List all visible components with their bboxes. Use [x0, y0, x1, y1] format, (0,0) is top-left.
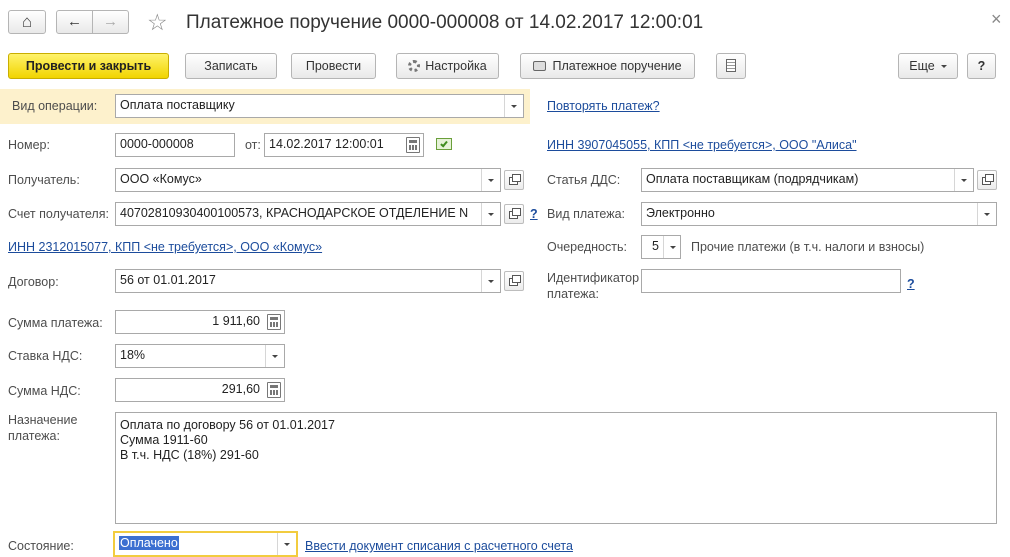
contract-label: Договор: [8, 275, 59, 289]
help-button[interactable]: ? [967, 53, 996, 79]
dds-article-value: Оплата поставщикам (подрядчикам) [646, 172, 859, 186]
forward-button[interactable]: → [92, 10, 129, 34]
gear-icon [408, 60, 421, 72]
page-title: Платежное поручение 0000-000008 от 14.02… [186, 12, 704, 33]
dropdown-arrow-icon[interactable] [663, 236, 680, 258]
purpose-textarea[interactable]: Оплата по договору 56 от 01.01.2017 Сумм… [115, 412, 997, 524]
post-button[interactable]: Провести [291, 53, 376, 79]
payment-id-help-link[interactable]: ? [907, 277, 915, 291]
vat-rate-label: Ставка НДС: [8, 349, 83, 363]
recipient-account-help-link[interactable]: ? [530, 207, 538, 221]
recipient-inn-link[interactable]: ИНН 2312015077, КПП <не требуется>, ООО … [8, 240, 322, 254]
payment-kind-select[interactable]: Электронно [641, 202, 997, 226]
number-input[interactable]: 0000-000008 [115, 133, 235, 157]
printer-icon [533, 61, 547, 71]
dds-article-label: Статья ДДС: [547, 173, 621, 187]
report-button[interactable] [716, 53, 746, 79]
purpose-label-line1: Назначение [8, 413, 78, 427]
print-payment-order-label: Платежное поручение [552, 59, 682, 73]
save-button[interactable]: Записать [185, 53, 277, 79]
calendar-icon[interactable] [406, 137, 420, 153]
more-menu-label: Еще [909, 59, 935, 73]
recipient-account-label: Счет получателя: [8, 207, 109, 221]
back-button[interactable]: ← [56, 10, 93, 34]
operation-type-select[interactable]: Оплата поставщику [115, 94, 524, 118]
payer-inn-link[interactable]: ИНН 3907045055, КПП <не требуется>, ООО … [547, 138, 857, 152]
dropdown-arrow-icon[interactable] [481, 203, 500, 225]
date-input[interactable]: 14.02.2017 12:00:01 [264, 133, 424, 157]
status-value: Оплачено [119, 536, 179, 550]
settings-button[interactable]: Настройка [396, 53, 499, 79]
priority-select[interactable]: 5 [641, 235, 681, 259]
vat-rate-select[interactable]: 18% [115, 344, 285, 368]
document-icon [726, 59, 736, 72]
priority-description: Прочие платежи (в т.ч. налоги и взносы) [691, 240, 925, 254]
payment-sum-input[interactable]: 1 911,60 [115, 310, 285, 334]
payment-kind-label: Вид платежа: [547, 207, 626, 221]
arrow-left-icon: ← [67, 13, 82, 30]
more-menu-button[interactable]: Еще [898, 53, 958, 79]
payment-id-label-line1: Идентификатор [547, 271, 640, 285]
purpose-line: В т.ч. НДС (18%) 291-60 [120, 448, 259, 462]
close-icon[interactable]: × [991, 9, 1002, 30]
operation-type-value: Оплата поставщику [120, 98, 235, 112]
recipient-label: Получатель: [8, 173, 80, 187]
open-contract-button[interactable] [504, 271, 524, 291]
repeat-payment-link[interactable]: Повторять платеж? [547, 99, 660, 113]
calculator-icon[interactable] [267, 382, 281, 398]
contract-value: 56 от 01.01.2017 [120, 273, 216, 287]
dropdown-arrow-icon[interactable] [977, 203, 996, 225]
recipient-account-value: 40702810930400100573, КРАСНОДАРСКОЕ ОТДЕ… [120, 206, 469, 220]
purpose-line: Сумма 1911-60 [120, 433, 208, 447]
home-button[interactable]: ⌂ [8, 10, 46, 34]
posted-status-icon [436, 138, 452, 150]
dropdown-arrow-icon[interactable] [277, 533, 296, 555]
priority-label: Очередность: [547, 240, 627, 254]
dds-article-select[interactable]: Оплата поставщикам (подрядчикам) [641, 168, 974, 192]
purpose-line: Оплата по договору 56 от 01.01.2017 [120, 418, 335, 432]
payment-id-label-line2: платежа: [547, 287, 599, 301]
payment-id-input[interactable] [641, 269, 901, 293]
vat-sum-value: 291,60 [221, 382, 260, 396]
recipient-value: ООО «Комус» [120, 172, 202, 186]
recipient-account-select[interactable]: 40702810930400100573, КРАСНОДАРСКОЕ ОТДЕ… [115, 202, 501, 226]
calculator-icon[interactable] [267, 314, 281, 330]
dropdown-arrow-icon[interactable] [954, 169, 973, 191]
vat-sum-input[interactable]: 291,60 [115, 378, 285, 402]
post-and-close-button[interactable]: Провести и закрыть [8, 53, 169, 79]
payment-kind-value: Электронно [646, 206, 715, 220]
payment-sum-value: 1 911,60 [212, 314, 260, 328]
vat-rate-value: 18% [120, 348, 146, 362]
status-label: Состояние: [8, 539, 74, 553]
print-payment-order-button[interactable]: Платежное поручение [520, 53, 695, 79]
operation-type-label: Вид операции: [12, 99, 98, 113]
dropdown-arrow-icon[interactable] [504, 95, 523, 117]
recipient-select[interactable]: ООО «Комус» [115, 168, 501, 192]
settings-button-label: Настройка [425, 59, 487, 73]
dropdown-arrow-icon[interactable] [481, 169, 500, 191]
arrow-right-icon: → [103, 13, 118, 30]
vat-sum-label: Сумма НДС: [8, 384, 81, 398]
open-dds-article-button[interactable] [977, 170, 997, 190]
number-value: 0000-000008 [120, 137, 194, 151]
write-off-document-link[interactable]: Ввести документ списания с расчетного сч… [305, 539, 573, 553]
date-label: от: [245, 138, 261, 152]
payment-sum-label: Сумма платежа: [8, 316, 103, 330]
dropdown-arrow-icon[interactable] [481, 270, 500, 292]
chevron-down-icon [940, 65, 947, 68]
open-recipient-account-button[interactable] [504, 204, 524, 224]
date-value: 14.02.2017 12:00:01 [269, 137, 384, 151]
home-icon: ⌂ [21, 12, 33, 31]
favorite-star-icon[interactable]: ☆ [147, 9, 168, 36]
status-select[interactable]: Оплачено [113, 531, 298, 557]
purpose-label-line2: платежа: [8, 429, 60, 443]
contract-select[interactable]: 56 от 01.01.2017 [115, 269, 501, 293]
open-recipient-button[interactable] [504, 170, 524, 190]
dropdown-arrow-icon[interactable] [265, 345, 284, 367]
number-label: Номер: [8, 138, 50, 152]
